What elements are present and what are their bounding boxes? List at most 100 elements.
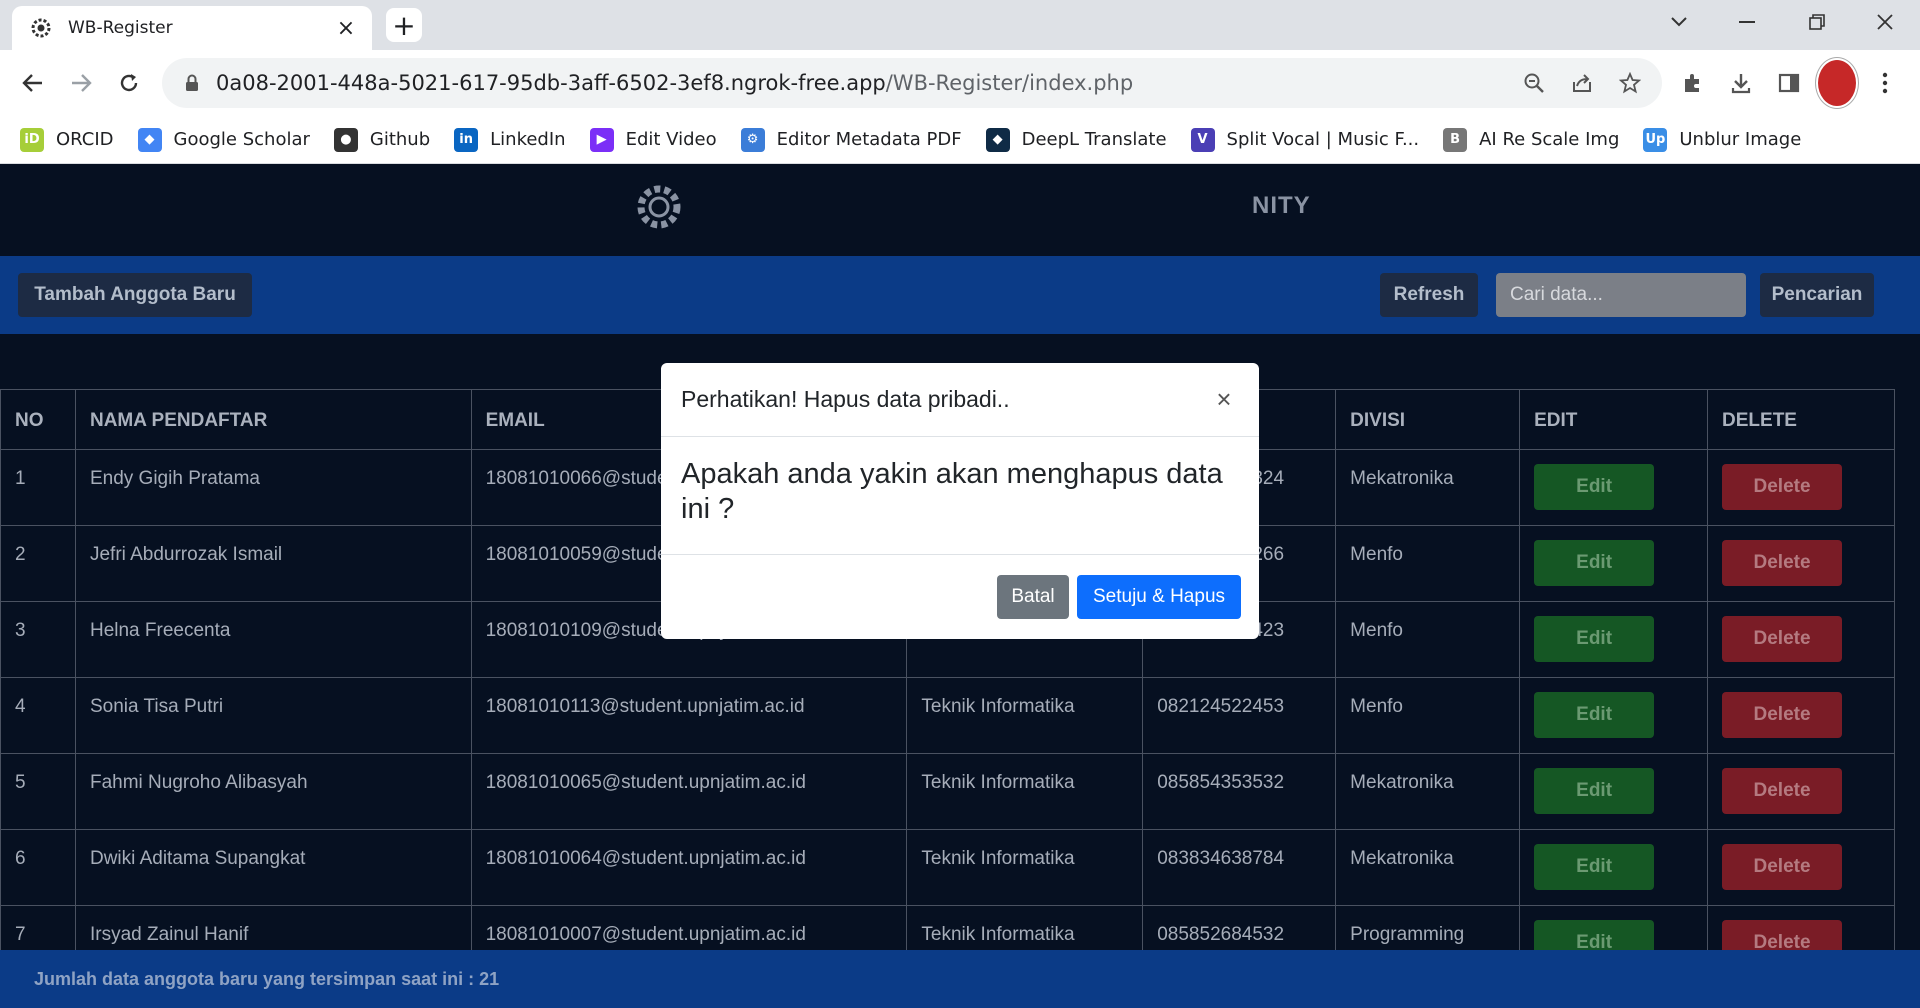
back-arrow-icon[interactable]: [12, 62, 54, 104]
cell-delete: Delete: [1707, 753, 1895, 830]
brand-logo: [632, 180, 686, 234]
bookmark-label: Google Scholar: [173, 129, 310, 150]
cell-name: Fahmi Nugroho Alibasyah: [74, 753, 472, 830]
address-bar[interactable]: 0a08-2001-448a-5021-617-95db-3aff-6502-3…: [162, 58, 1662, 108]
delete-button[interactable]: Delete: [1722, 464, 1843, 510]
cell-delete: Delete: [1707, 677, 1895, 754]
action-bar: Tambah Anggota Baru Refresh Pencarian: [0, 256, 1920, 334]
cell-prodi: Teknik Informatika: [906, 677, 1144, 754]
bookmark-star-icon[interactable]: [1612, 65, 1648, 101]
kebab-menu-icon[interactable]: [1864, 58, 1906, 108]
url-path: /WB-Register/index.php: [885, 71, 1134, 95]
cancel-button[interactable]: Batal: [997, 575, 1069, 619]
bookmark-item[interactable]: iD ORCID: [20, 127, 114, 152]
bookmark-label: Github: [369, 129, 431, 150]
modal-title: Perhatikan! Hapus data pribadi..: [681, 386, 1010, 412]
extensions-puzzle-icon[interactable]: [1672, 58, 1714, 108]
bookmark-label: DeepL Translate: [1021, 129, 1167, 150]
edit-button[interactable]: Edit: [1534, 540, 1655, 586]
cell-edit: Edit: [1519, 753, 1709, 830]
tab-title: WB-Register: [68, 18, 173, 38]
split-vocal-icon: V: [1190, 127, 1215, 152]
bookmark-item[interactable]: ◆ Google Scholar: [137, 127, 310, 152]
delete-button[interactable]: Delete: [1722, 540, 1843, 586]
cell-divisi: Menfo: [1335, 525, 1521, 602]
forward-arrow-icon[interactable]: [60, 62, 102, 104]
cell-divisi: Menfo: [1335, 677, 1521, 754]
add-member-button[interactable]: Tambah Anggota Baru: [18, 273, 252, 317]
modal-body: Apakah anda yakin akan menghapus data in…: [661, 437, 1259, 555]
bookmark-item[interactable]: ● Github: [333, 127, 431, 152]
edit-button[interactable]: Edit: [1534, 844, 1655, 890]
delete-button[interactable]: Delete: [1722, 844, 1843, 890]
side-panel-icon[interactable]: [1768, 58, 1810, 108]
browser-tabstrip: WB-Register × +: [0, 0, 1920, 50]
confirm-delete-button[interactable]: Setuju & Hapus: [1077, 575, 1241, 619]
column-header: NAMA PENDAFTAR: [74, 389, 472, 450]
footer-count: Jumlah data anggota baru yang tersimpan …: [0, 950, 1920, 1008]
cell-name: Dwiki Aditama Supangkat: [74, 829, 472, 906]
share-icon[interactable]: [1564, 65, 1600, 101]
bookmark-item[interactable]: B AI Re Scale Img: [1443, 127, 1619, 152]
tab-search-chevron-icon[interactable]: [1646, 0, 1712, 44]
deepl-icon: ◆: [985, 127, 1010, 152]
cell-phone: 083834638784: [1142, 829, 1337, 906]
table-row: 5 Fahmi Nugroho Alibasyah 18081010065@stud…: [0, 753, 1895, 830]
profile-avatar[interactable]: [1816, 58, 1858, 108]
modal-header: Perhatikan! Hapus data pribadi.. ×: [661, 363, 1259, 437]
delete-button[interactable]: Delete: [1722, 768, 1843, 814]
refresh-button[interactable]: Refresh: [1380, 273, 1478, 317]
reload-icon[interactable]: [108, 62, 150, 104]
page-content: NITY Tambah Anggota Baru Refresh Pencari…: [0, 164, 1920, 1008]
search-button[interactable]: Pencarian: [1760, 273, 1874, 317]
ai-rescale-icon: B: [1443, 127, 1468, 152]
edit-button[interactable]: Edit: [1534, 464, 1655, 510]
bookmark-label: ORCID: [56, 129, 114, 150]
bookmark-item[interactable]: ⚙ Editor Metadata PDF: [740, 127, 962, 152]
bookmark-label: LinkedIn: [490, 129, 566, 150]
bookmark-item[interactable]: in LinkedIn: [454, 127, 566, 152]
cell-delete: Delete: [1707, 525, 1895, 602]
download-icon[interactable]: [1720, 58, 1762, 108]
bookmark-item[interactable]: ▶ Edit Video: [589, 127, 717, 152]
cell-delete: Delete: [1707, 449, 1895, 526]
cell-edit: Edit: [1519, 525, 1709, 602]
delete-button[interactable]: Delete: [1722, 692, 1843, 738]
close-window-icon[interactable]: [1852, 0, 1918, 44]
search-input[interactable]: [1496, 273, 1746, 317]
bookmark-item[interactable]: ◆ DeepL Translate: [985, 127, 1167, 152]
unblur-icon: Up: [1643, 127, 1668, 152]
cell-divisi: Mekatronika: [1335, 449, 1521, 526]
bookmark-label: Editor Metadata PDF: [776, 129, 962, 150]
lock-icon[interactable]: [182, 74, 202, 92]
bookmark-item[interactable]: V Split Vocal | Music F...: [1190, 127, 1419, 152]
url-text[interactable]: 0a08-2001-448a-5021-617-95db-3aff-6502-3…: [216, 71, 1516, 95]
minimize-window-icon[interactable]: [1714, 0, 1780, 44]
browser-tab[interactable]: WB-Register ×: [12, 6, 372, 50]
cell-no: 1: [0, 449, 76, 526]
bookmark-label: Unblur Image: [1679, 129, 1802, 150]
table-row: 6 Dwiki Aditama Supangkat 18081010064@stud…: [0, 829, 1895, 906]
metadata-pdf-icon: ⚙: [740, 127, 765, 152]
column-header: NO: [0, 389, 76, 450]
edit-button[interactable]: Edit: [1534, 616, 1655, 662]
modal-close-icon[interactable]: ×: [1209, 384, 1239, 415]
restore-window-icon[interactable]: [1784, 0, 1850, 44]
tab-close-icon[interactable]: ×: [334, 16, 358, 41]
cell-no: 6: [0, 829, 76, 906]
cell-name: Sonia Tisa Putri: [74, 677, 472, 754]
cell-prodi: Teknik Informatika: [906, 753, 1144, 830]
edit-button[interactable]: Edit: [1534, 692, 1655, 738]
delete-button[interactable]: Delete: [1722, 616, 1843, 662]
bookmark-label: Edit Video: [625, 129, 717, 150]
page-title: NITY: [1252, 192, 1311, 219]
bookmark-item[interactable]: Up Unblur Image: [1643, 127, 1802, 152]
linkedin-icon: in: [454, 127, 479, 152]
zoom-icon[interactable]: [1516, 65, 1552, 101]
edit-button[interactable]: Edit: [1534, 768, 1655, 814]
cell-no: 4: [0, 677, 76, 754]
new-tab-button[interactable]: +: [386, 8, 422, 42]
google-scholar-icon: ◆: [137, 127, 162, 152]
cell-name: Jefri Abdurrozak Ismail: [74, 525, 472, 602]
cell-edit: Edit: [1519, 677, 1709, 754]
